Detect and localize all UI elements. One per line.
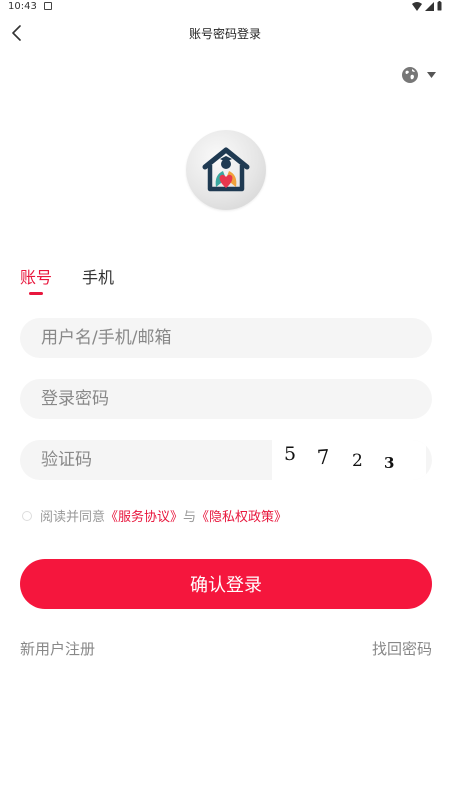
tab-account[interactable]: 账号 bbox=[20, 264, 52, 298]
register-link[interactable]: 新用户注册 bbox=[20, 638, 95, 659]
signal-icon bbox=[425, 1, 434, 11]
password-field-wrap bbox=[20, 379, 432, 419]
captcha-field-wrap: 5 7 2 3 bbox=[20, 440, 432, 480]
privacy-policy-link[interactable]: 《隐私权政策》 bbox=[196, 506, 287, 525]
battery-icon bbox=[437, 1, 442, 11]
status-bar: 10:43 bbox=[0, 0, 450, 14]
tab-account-label: 账号 bbox=[20, 268, 53, 287]
wifi-icon bbox=[412, 1, 422, 11]
agreement-conjunction: 与 bbox=[183, 510, 197, 525]
captcha-image[interactable]: 5 7 2 3 bbox=[272, 440, 426, 480]
login-tabs: 账号 手机 bbox=[20, 264, 114, 298]
top-nav: 账号密码登录 bbox=[0, 18, 450, 48]
password-input[interactable] bbox=[20, 379, 432, 419]
service-agreement-link[interactable]: 《服务协议》 bbox=[105, 506, 183, 525]
username-input[interactable] bbox=[20, 318, 432, 358]
confirm-login-button[interactable]: 确认登录 bbox=[20, 559, 432, 609]
captcha-digit: 3 bbox=[384, 454, 395, 472]
captcha-input[interactable] bbox=[20, 440, 270, 480]
captcha-digit: 7 bbox=[316, 444, 331, 470]
username-field-wrap bbox=[20, 318, 432, 358]
language-switch[interactable] bbox=[401, 66, 436, 84]
page-title: 账号密码登录 bbox=[188, 27, 261, 41]
agreement-checkbox[interactable] bbox=[22, 510, 32, 521]
status-icons bbox=[412, 1, 442, 11]
agreement-row: 阅读并同意 《服务协议》 与 《隐私权政策》 bbox=[22, 506, 287, 525]
notification-icon bbox=[44, 2, 52, 10]
house-family-logo-icon bbox=[202, 147, 250, 192]
tab-phone-label: 手机 bbox=[82, 268, 115, 287]
caret-down-icon bbox=[427, 72, 436, 78]
tab-active-indicator bbox=[29, 292, 43, 295]
tab-phone[interactable]: 手机 bbox=[82, 264, 114, 298]
forgot-password-link[interactable]: 找回密码 bbox=[372, 638, 432, 659]
agreement-prefix: 阅读并同意 bbox=[40, 510, 106, 525]
status-time: 10:43 bbox=[8, 1, 37, 12]
captcha-digit: 2 bbox=[352, 451, 363, 471]
app-logo bbox=[186, 130, 266, 210]
captcha-digit: 5 bbox=[284, 443, 297, 465]
globe-icon bbox=[402, 67, 418, 83]
